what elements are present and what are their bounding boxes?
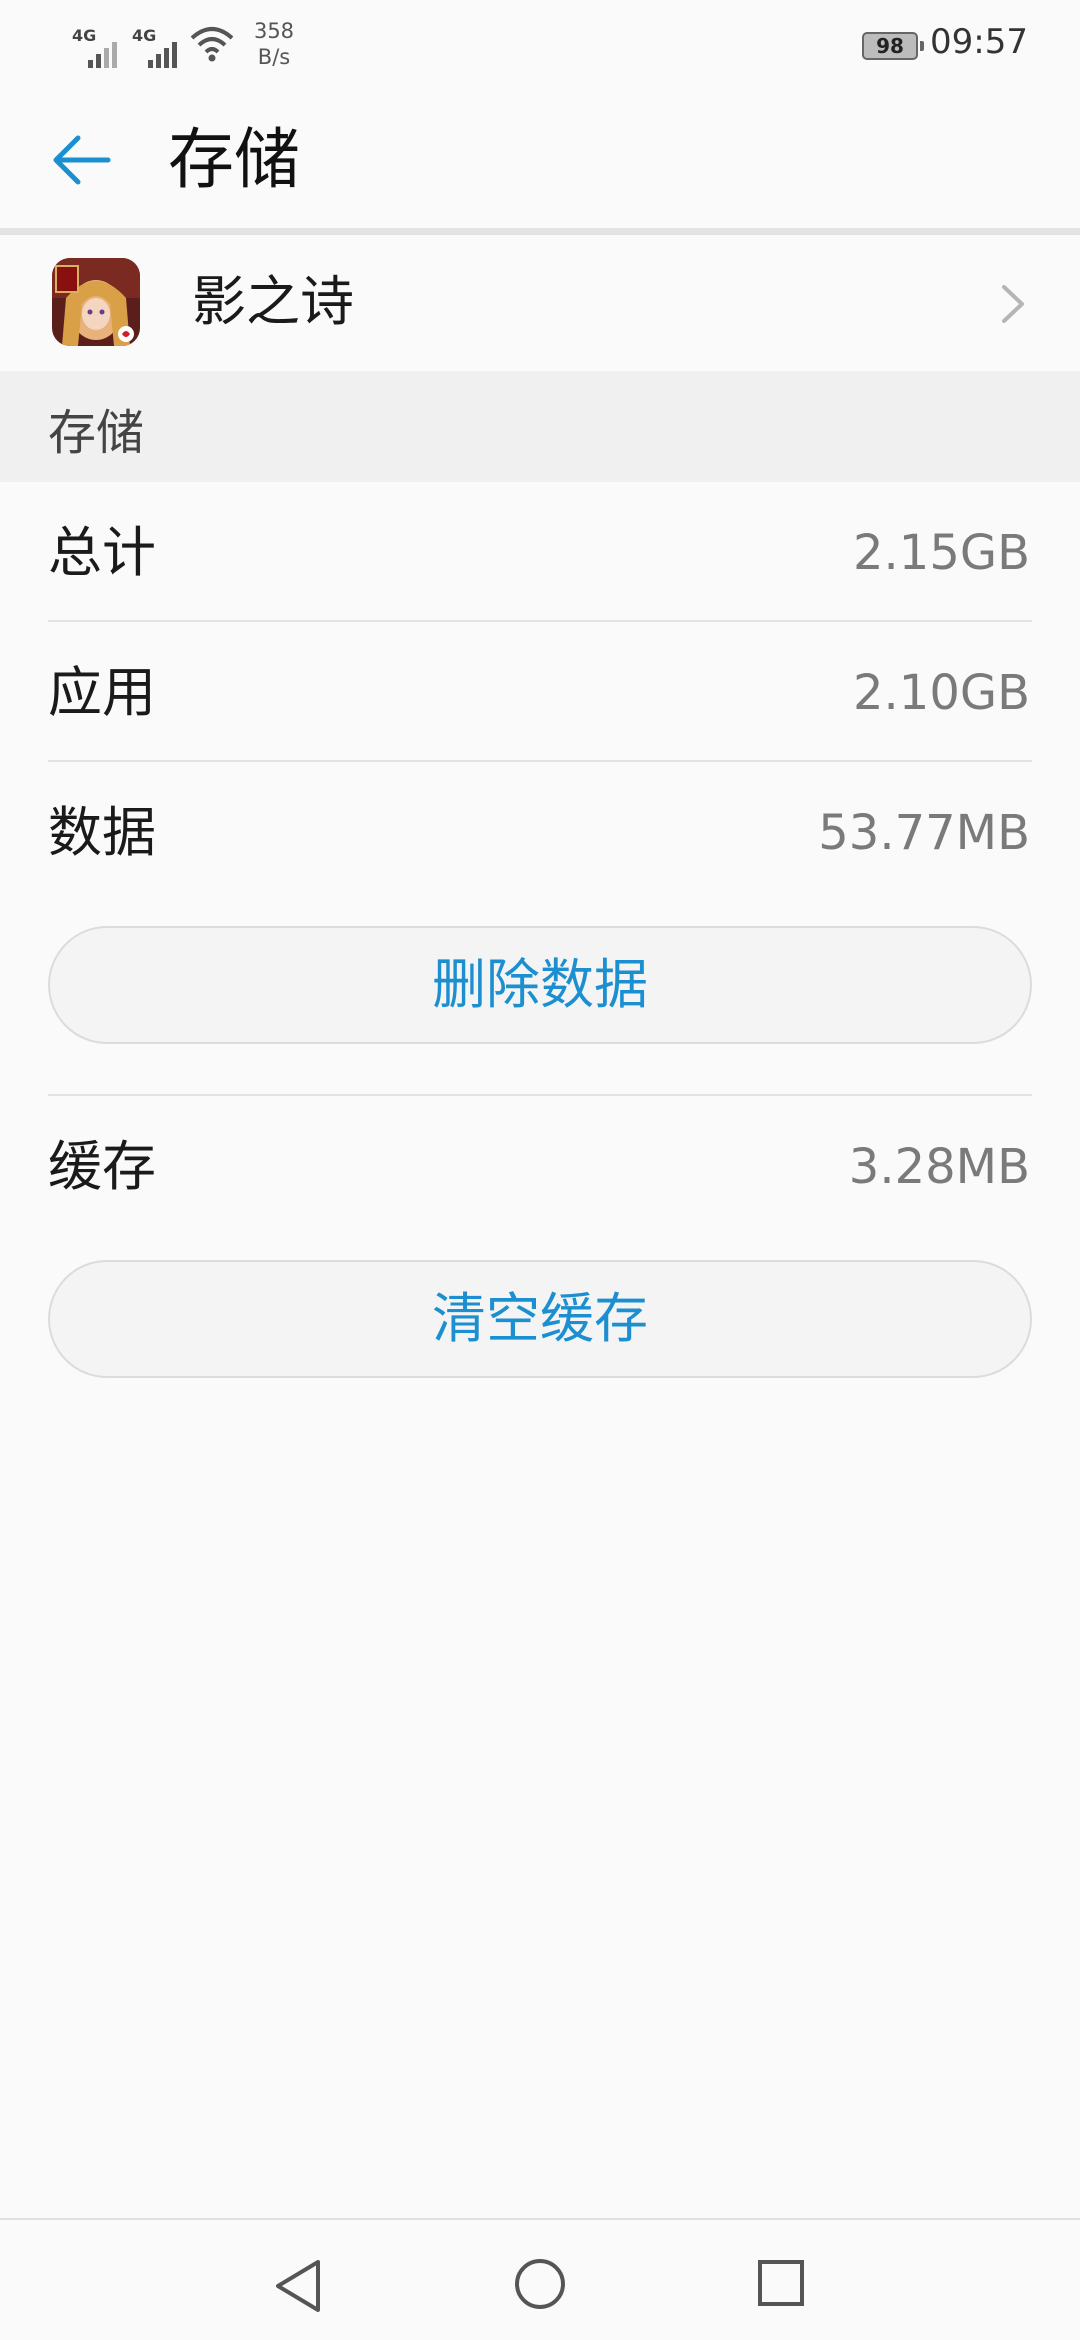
app-info-row[interactable]: 影之诗: [0, 235, 1080, 371]
section-title: 存储: [48, 405, 145, 461]
navigation-bar: [0, 2218, 1080, 2340]
data-label: 数据: [48, 801, 156, 864]
header-divider: [0, 228, 1080, 235]
back-arrow-icon[interactable]: [50, 128, 114, 192]
storage-cache-row: 缓存 3.28MB: [0, 1096, 1080, 1236]
cache-value: 3.28MB: [848, 1139, 1030, 1195]
cache-label: 缓存: [48, 1135, 156, 1198]
app-size-value: 2.10GB: [853, 665, 1030, 721]
app-size-label: 应用: [48, 661, 156, 724]
battery-icon: 98: [862, 32, 924, 60]
app-icon: [52, 258, 140, 346]
nav-home-icon[interactable]: [512, 2256, 568, 2312]
battery-level: 98: [876, 34, 904, 58]
storage-app-row: 应用 2.10GB: [0, 622, 1080, 762]
total-label: 总计: [48, 521, 156, 584]
chevron-right-icon: [1002, 285, 1024, 323]
storage-data-row: 数据 53.77MB: [0, 762, 1080, 902]
page-title: 存储: [168, 121, 300, 198]
nav-recent-apps-icon[interactable]: [756, 2258, 806, 2308]
app-name: 影之诗: [192, 270, 354, 333]
clock: 09:57: [930, 22, 1028, 62]
data-value: 53.77MB: [818, 805, 1030, 861]
delete-data-button[interactable]: 删除数据: [48, 926, 1032, 1044]
app-bar: 存储: [0, 90, 1080, 230]
section-header: 存储: [0, 371, 1080, 482]
network-speed: 358 B/s: [253, 19, 295, 69]
wifi-icon: [190, 27, 234, 62]
storage-total-row: 总计 2.15GB: [0, 482, 1080, 622]
clear-cache-button[interactable]: 清空缓存: [48, 1260, 1032, 1378]
status-bar: 4G 4G 358 B/s 98 09:57: [0, 0, 1080, 90]
nav-back-icon[interactable]: [270, 2256, 326, 2316]
total-value: 2.15GB: [853, 525, 1030, 581]
